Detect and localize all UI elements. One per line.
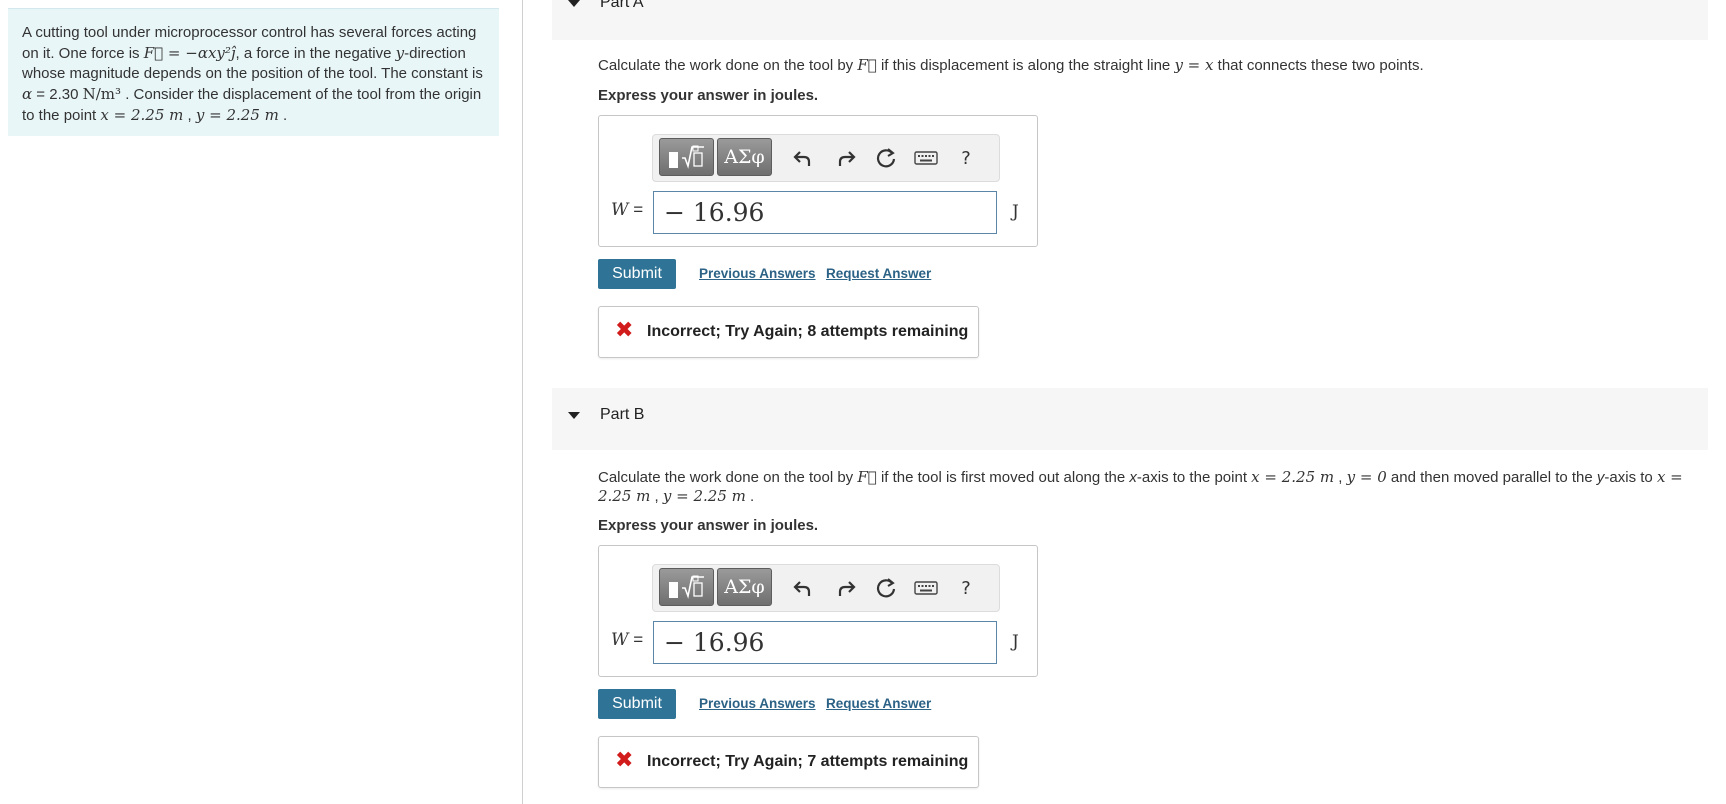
templates-icon [668, 575, 704, 599]
alpha-units: N/m³ [82, 85, 122, 103]
redo-icon[interactable] [831, 573, 861, 603]
feedback-message: Incorrect; Try Again; 8 attempts remaini… [647, 323, 969, 340]
force-vector: F⃗ [857, 56, 877, 74]
submit-button[interactable]: Submit [598, 259, 676, 289]
separator: , [650, 488, 663, 505]
part-a-answer-box: ΑΣφ ? W = J [598, 115, 1038, 247]
math-toolbar: ΑΣφ ? [652, 564, 1000, 612]
request-answer-link[interactable]: Request Answer [826, 696, 931, 711]
problem-statement: A cutting tool under microprocessor cont… [8, 8, 499, 136]
reset-icon[interactable] [871, 143, 901, 173]
part-b-title: Part B [600, 406, 645, 423]
variable-w: W [611, 200, 629, 220]
question-text: -axis to the point [1136, 469, 1247, 486]
math-toolbar: ΑΣφ ? [652, 134, 1000, 182]
answer-variable-label: W = [611, 200, 643, 220]
question-text: if this displacement is along the straig… [880, 57, 1171, 74]
feedback-box: ✖ Incorrect; Try Again; 7 attempts remai… [598, 736, 979, 788]
question-text: Calculate the work done on the tool by [598, 469, 854, 486]
point-y: y = 2.25 m [195, 106, 279, 124]
variable-w: W [611, 630, 629, 650]
keyboard-icon[interactable] [911, 573, 941, 603]
undo-icon[interactable] [788, 143, 818, 173]
reset-icon[interactable] [871, 573, 901, 603]
y-variable: y [395, 44, 405, 62]
part-a-question: Calculate the work done on the tool by F… [598, 56, 1708, 75]
previous-answers-link[interactable]: Previous Answers [699, 696, 816, 711]
force-expression: F⃗ = −αxy²ĵ [143, 44, 236, 62]
period: . [745, 488, 755, 505]
redo-icon[interactable] [831, 143, 861, 173]
answer-variable-label: W = [611, 630, 643, 650]
help-button[interactable]: ? [951, 573, 981, 603]
question-text: and then moved parallel to the [1386, 469, 1593, 486]
feedback-message: Incorrect; Try Again; 7 attempts remaini… [647, 753, 969, 770]
part-a-title: Part A [600, 0, 644, 11]
submit-button[interactable]: Submit [598, 689, 676, 719]
undo-icon[interactable] [788, 573, 818, 603]
separator: , [183, 107, 196, 124]
point-1-y: y = 0 [1346, 468, 1387, 486]
x-axis-var: x [1129, 469, 1137, 486]
period: . [278, 107, 288, 124]
symbols-button[interactable]: ΑΣφ [717, 568, 772, 606]
answer-unit: J [1012, 632, 1019, 652]
equals-sign: = [633, 200, 644, 219]
part-b-answer-box: ΑΣφ ? W = J [598, 545, 1038, 677]
part-a-header[interactable]: Part A [552, 0, 1708, 40]
answer-unit: J [1012, 202, 1019, 222]
point-2-y: y = 2.25 m [662, 487, 746, 505]
error-icon: ✖ [615, 318, 634, 343]
force-vector: F⃗ [857, 468, 877, 486]
line-equation: y = x [1174, 56, 1214, 74]
request-answer-link[interactable]: Request Answer [826, 266, 931, 281]
templates-icon [668, 145, 704, 169]
question-text: Calculate the work done on the tool by [598, 57, 854, 74]
part-b-header[interactable]: Part B [552, 388, 1708, 450]
point-x: x = 2.25 m [100, 106, 184, 124]
equals-sign: = [633, 630, 644, 649]
previous-answers-link[interactable]: Previous Answers [699, 266, 816, 281]
question-text: if the tool is first moved out along the [880, 469, 1126, 486]
separator: , [1334, 469, 1347, 486]
caret-down-icon[interactable] [568, 412, 580, 419]
part-b-question: Calculate the work done on the tool by F… [598, 468, 1708, 506]
help-button[interactable]: ? [951, 143, 981, 173]
alpha-symbol: α [22, 85, 33, 103]
answer-input[interactable] [653, 191, 997, 234]
panel-divider [522, 0, 523, 804]
templates-button[interactable] [659, 138, 714, 176]
problem-text: , a force in the negative [235, 45, 392, 62]
question-text: that connects these two points. [1217, 57, 1424, 74]
templates-button[interactable] [659, 568, 714, 606]
error-icon: ✖ [615, 748, 634, 773]
part-a-express: Express your answer in joules. [598, 87, 819, 104]
part-b-express: Express your answer in joules. [598, 517, 819, 534]
alpha-value: = 2.30 [32, 86, 79, 103]
answer-input[interactable] [653, 621, 997, 664]
point-1-x: x = 2.25 m [1251, 468, 1335, 486]
feedback-box: ✖ Incorrect; Try Again; 8 attempts remai… [598, 306, 979, 358]
caret-down-icon[interactable] [568, 0, 580, 7]
question-text: -axis to [1604, 469, 1653, 486]
keyboard-icon[interactable] [911, 143, 941, 173]
symbols-button[interactable]: ΑΣφ [717, 138, 772, 176]
